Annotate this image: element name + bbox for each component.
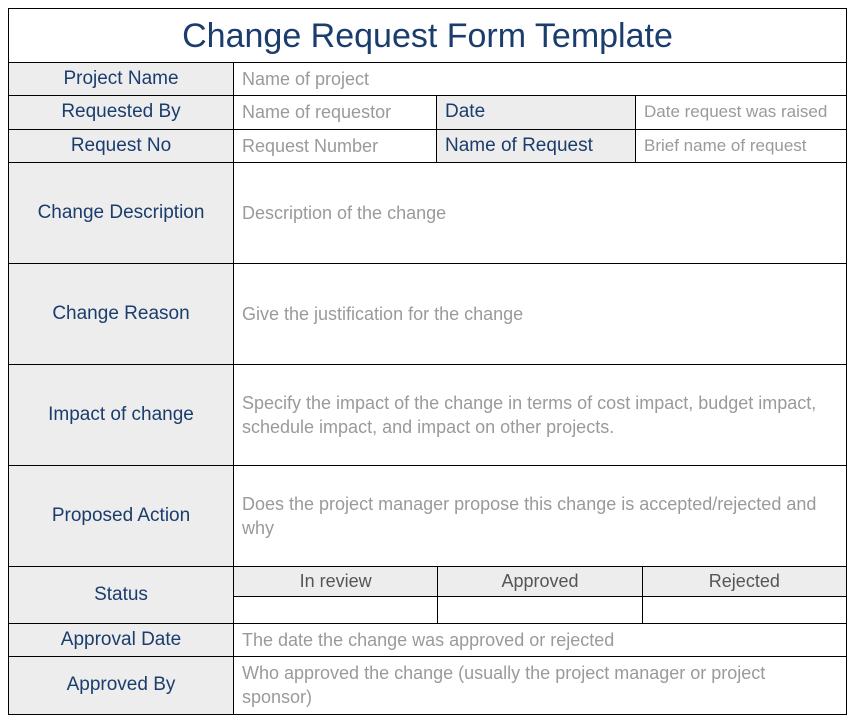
label-approval-date: Approval Date bbox=[9, 624, 234, 656]
label-date: Date bbox=[436, 96, 636, 128]
status-cell-rejected[interactable] bbox=[643, 597, 846, 623]
form-title: Change Request Form Template bbox=[9, 9, 846, 63]
status-cell-in-review[interactable] bbox=[234, 597, 438, 623]
status-body: In review Approved Rejected bbox=[234, 567, 846, 623]
row-request-no: Request No Request Number Name of Reques… bbox=[9, 130, 846, 163]
row-project-name: Project Name Name of project bbox=[9, 63, 846, 96]
field-date[interactable]: Date request was raised bbox=[636, 96, 846, 128]
row-change-description: Change Description Description of the ch… bbox=[9, 163, 846, 264]
row-approved-by: Approved By Who approved the change (usu… bbox=[9, 657, 846, 714]
status-value-row bbox=[234, 597, 846, 623]
label-approved-by: Approved By bbox=[9, 657, 234, 714]
status-header-rejected: Rejected bbox=[643, 567, 846, 596]
label-change-reason: Change Reason bbox=[9, 264, 234, 364]
row-approval-date: Approval Date The date the change was ap… bbox=[9, 624, 846, 657]
field-name-of-request[interactable]: Brief name of request bbox=[636, 130, 846, 162]
field-change-reason[interactable]: Give the justification for the change bbox=[234, 264, 846, 364]
field-approval-date[interactable]: The date the change was approved or reje… bbox=[234, 624, 846, 656]
field-project-name[interactable]: Name of project bbox=[234, 63, 846, 95]
field-proposed-action[interactable]: Does the project manager propose this ch… bbox=[234, 466, 846, 566]
label-name-of-request: Name of Request bbox=[436, 130, 636, 162]
row-requested-by: Requested By Name of requestor Date Date… bbox=[9, 96, 846, 129]
status-cell-approved[interactable] bbox=[438, 597, 642, 623]
label-status: Status bbox=[9, 567, 234, 623]
status-header-approved: Approved bbox=[438, 567, 642, 596]
status-header-in-review: In review bbox=[234, 567, 438, 596]
field-change-description[interactable]: Description of the change bbox=[234, 163, 846, 263]
label-proposed-action: Proposed Action bbox=[9, 466, 234, 566]
field-requested-by[interactable]: Name of requestor bbox=[234, 96, 436, 128]
label-change-description: Change Description bbox=[9, 163, 234, 263]
field-approved-by[interactable]: Who approved the change (usually the pro… bbox=[234, 657, 846, 714]
label-project-name: Project Name bbox=[9, 63, 234, 95]
row-impact-of-change: Impact of change Specify the impact of t… bbox=[9, 365, 846, 466]
label-request-no: Request No bbox=[9, 130, 234, 162]
field-request-no[interactable]: Request Number bbox=[234, 130, 436, 162]
row-change-reason: Change Reason Give the justification for… bbox=[9, 264, 846, 365]
row-proposed-action: Proposed Action Does the project manager… bbox=[9, 466, 846, 567]
label-requested-by: Requested By bbox=[9, 96, 234, 128]
change-request-form: Change Request Form Template Project Nam… bbox=[8, 8, 847, 715]
field-impact-of-change[interactable]: Specify the impact of the change in term… bbox=[234, 365, 846, 465]
label-impact-of-change: Impact of change bbox=[9, 365, 234, 465]
row-status: Status In review Approved Rejected bbox=[9, 567, 846, 624]
status-header-row: In review Approved Rejected bbox=[234, 567, 846, 597]
